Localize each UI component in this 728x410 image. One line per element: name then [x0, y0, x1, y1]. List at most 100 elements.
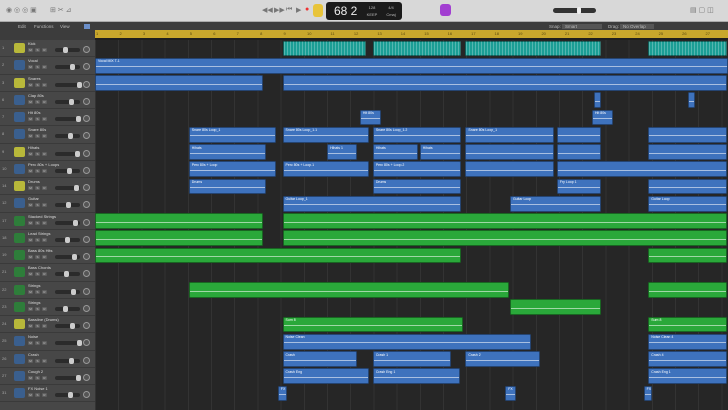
region[interactable]: [95, 213, 264, 229]
fader-handle[interactable]: [63, 47, 68, 53]
region[interactable]: Crash Eng 1: [372, 368, 461, 384]
record-enable-button[interactable]: R: [42, 289, 47, 294]
region[interactable]: Hit 80s: [359, 109, 381, 126]
fader-handle[interactable]: [68, 133, 73, 140]
track-header[interactable]: 1 Kick M S R: [0, 40, 95, 58]
solo-button[interactable]: S: [35, 48, 40, 52]
track-header[interactable]: 14 Drums M S R: [0, 178, 95, 196]
record-enable-button[interactable]: R: [42, 168, 47, 173]
mute-button[interactable]: M: [28, 237, 33, 242]
region[interactable]: [282, 230, 728, 246]
pan-knob[interactable]: [83, 391, 90, 398]
track-header[interactable]: 3 Snares M S R: [0, 75, 95, 92]
region[interactable]: [594, 92, 601, 108]
fader-handle[interactable]: [76, 374, 81, 381]
pan-knob[interactable]: [83, 166, 90, 174]
volume-fader[interactable]: [55, 323, 80, 329]
volume-fader[interactable]: [55, 236, 80, 243]
track-header[interactable]: 10 Perc 80s + Loops M S R: [0, 161, 95, 178]
region[interactable]: [372, 40, 462, 57]
solo-button[interactable]: S: [35, 99, 40, 104]
mute-button[interactable]: M: [28, 289, 33, 294]
fader-handle[interactable]: [71, 288, 76, 295]
pan-knob[interactable]: [83, 356, 90, 364]
fader-handle[interactable]: [73, 219, 78, 226]
region[interactable]: Fry Loop 1: [556, 178, 601, 195]
volume-fader[interactable]: [55, 167, 80, 174]
track-name[interactable]: Guitar: [28, 196, 39, 201]
region[interactable]: Crash 1: [372, 351, 451, 367]
track-name[interactable]: Bassline (Drums): [28, 317, 59, 322]
mute-button[interactable]: M: [28, 255, 33, 259]
track-header[interactable]: 17 Stacked Strings M S R: [0, 213, 95, 230]
track-name[interactable]: Cough 2: [28, 369, 43, 374]
track-name[interactable]: Stacked Strings: [28, 214, 56, 219]
track-name[interactable]: Hit 80s: [28, 110, 40, 115]
record-enable-button[interactable]: R: [42, 306, 47, 311]
record-enable-button[interactable]: R: [42, 117, 47, 121]
pan-knob[interactable]: [83, 270, 90, 278]
track-header[interactable]: 24 Bassline (Drums) M S R: [0, 316, 95, 334]
volume-fader[interactable]: [55, 254, 80, 260]
volume-fader[interactable]: [55, 116, 81, 122]
region[interactable]: Snare 80s Loop_1.1: [282, 126, 369, 143]
volume-fader[interactable]: [55, 219, 80, 226]
track-header[interactable]: 8 Snare 80s M S R: [0, 126, 95, 144]
fader-handle[interactable]: [70, 323, 75, 329]
record-enable-button[interactable]: R: [42, 324, 47, 328]
pan-knob[interactable]: [83, 235, 90, 243]
pointer-tool-icon[interactable]: [84, 23, 90, 29]
region[interactable]: [465, 161, 554, 177]
solo-button[interactable]: S: [35, 65, 40, 70]
record-enable-button[interactable]: R: [42, 220, 47, 225]
volume-fader[interactable]: [55, 202, 80, 209]
track-header[interactable]: 23 Strings M S R: [0, 299, 95, 316]
track-name[interactable]: Snare 80s: [28, 127, 46, 132]
region[interactable]: [465, 40, 601, 57]
region[interactable]: Noise Clean: [282, 333, 531, 350]
region[interactable]: [556, 144, 601, 160]
snap-select[interactable]: Smart: [562, 23, 602, 29]
pan-knob[interactable]: [83, 132, 90, 140]
region[interactable]: Hihats: [419, 144, 462, 160]
track-header[interactable]: 9 Hihats M S R: [0, 144, 95, 161]
region[interactable]: Guitar Loop: [648, 195, 728, 212]
region[interactable]: [95, 247, 462, 264]
fader-handle[interactable]: [63, 305, 68, 312]
pan-knob[interactable]: [83, 339, 90, 347]
mute-button[interactable]: M: [28, 186, 33, 190]
track-name[interactable]: Strings: [28, 300, 40, 305]
pan-knob[interactable]: [83, 46, 90, 53]
pan-knob[interactable]: [83, 201, 90, 209]
mute-button[interactable]: M: [28, 48, 33, 52]
mute-button[interactable]: M: [28, 203, 33, 208]
record-enable-button[interactable]: R: [42, 134, 47, 139]
record-enable-button[interactable]: R: [42, 99, 47, 104]
solo-button[interactable]: S: [35, 82, 40, 87]
track-name[interactable]: Bass 80s Hits: [28, 248, 52, 253]
drag-select[interactable]: No Overlap: [620, 23, 654, 29]
record-enable-button[interactable]: R: [42, 272, 47, 277]
region[interactable]: [465, 144, 554, 160]
lcd-display[interactable]: 68 2 128 KEEP 4/4 Cmaj: [326, 2, 402, 20]
fader-handle[interactable]: [68, 392, 73, 398]
region[interactable]: [556, 126, 601, 143]
functions-menu[interactable]: Functions: [34, 24, 54, 29]
fader-handle[interactable]: [64, 271, 69, 278]
mute-button[interactable]: M: [28, 117, 33, 121]
track-name[interactable]: Bass Chords: [28, 265, 51, 270]
track-name[interactable]: Vocal: [28, 58, 38, 63]
track-header[interactable]: 2 Vocal M S R: [0, 57, 95, 75]
track-header[interactable]: 22 Strings M S R: [0, 282, 95, 299]
view-menu[interactable]: View: [60, 24, 70, 29]
record-enable-button[interactable]: R: [42, 375, 47, 380]
region[interactable]: Snare 80s Loop_1.2: [372, 126, 462, 143]
region[interactable]: [648, 144, 728, 160]
solo-button[interactable]: S: [35, 186, 40, 190]
fader-handle[interactable]: [67, 167, 72, 174]
solo-button[interactable]: S: [35, 272, 40, 277]
pan-knob[interactable]: [83, 184, 90, 191]
track-header[interactable]: 26 Crash M S R: [0, 351, 95, 368]
region[interactable]: [282, 40, 367, 57]
volume-fader[interactable]: [55, 271, 80, 278]
